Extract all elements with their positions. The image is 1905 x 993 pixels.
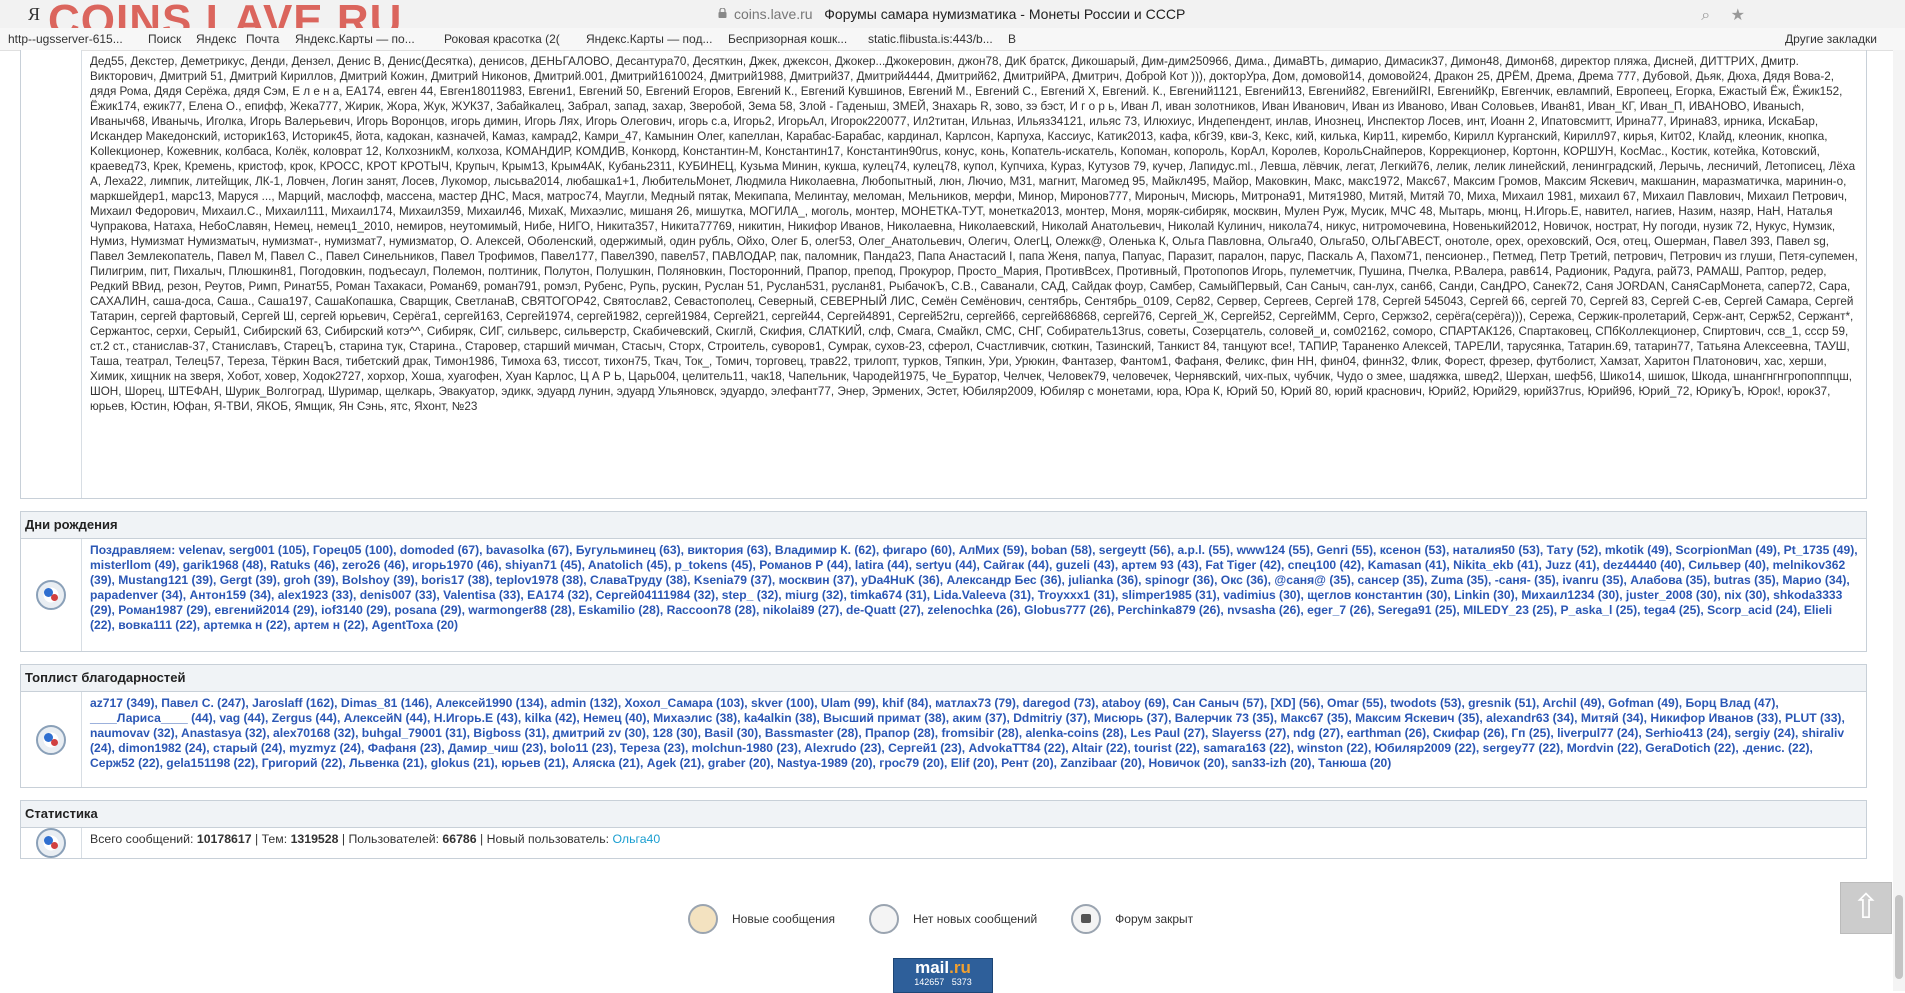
bookmark-item[interactable]: Яндекс.Карты — по... — [295, 32, 415, 46]
legend-label: Новые сообщения — [732, 912, 835, 926]
birthdays-panel: Поздравляем: velenav, serg001 (105), Гор… — [20, 539, 1867, 652]
new-user-label: Новый пользователь: — [486, 832, 610, 846]
arrow-up-icon[interactable]: ⇧ — [1840, 882, 1892, 934]
toplist-panel: az717 (349), Павел С. (247), Jaroslaff (… — [20, 692, 1867, 788]
bookmark-item[interactable]: Яндекс — [196, 32, 236, 46]
browser-titlebar: Я COINS.LAVE.RU coins.lave.ru Форумы сам… — [0, 0, 1905, 45]
no-new-posts-icon — [868, 904, 899, 934]
panel-gutter — [21, 828, 82, 858]
panel-gutter — [21, 539, 82, 651]
birthdays-header: Дни рождения — [20, 511, 1867, 539]
legend-label: Форум закрыт — [1115, 912, 1194, 926]
legend-forum-closed: Форум закрыт — [1071, 904, 1193, 934]
counter-logo-right: .ru — [949, 958, 971, 977]
bookmark-item[interactable]: Поиск — [148, 32, 181, 46]
bookmark-item[interactable]: Яндекс.Карты — под... — [586, 32, 712, 46]
toolbar-icons: ⌕ ★ — [1685, 5, 1745, 25]
statistics-header: Статистика — [20, 800, 1867, 828]
bookmark-item[interactable]: static.flibusta.is:443/b... — [868, 32, 993, 46]
lock-icon — [718, 8, 727, 18]
page-title: Форумы самара нумизматика - Монеты Росси… — [824, 6, 1186, 22]
address-bar[interactable]: coins.lave.ru Форумы самара нумизматика … — [734, 6, 1185, 22]
forum-legend: Новые сообщения Нет новых сообщений Фору… — [688, 904, 1227, 934]
statistics-content: Всего сообщений: 10178617 | Тем: 1319528… — [90, 832, 661, 846]
scrollbar-thumb[interactable] — [1895, 895, 1903, 979]
forum-stats-icon — [36, 580, 66, 610]
counter-visits: 142657 — [914, 977, 945, 987]
toplist-list[interactable]: az717 (349), Павел С. (247), Jaroslaff (… — [82, 692, 1866, 787]
bookmark-item[interactable]: B — [1008, 32, 1016, 46]
total-posts-value: 10178617 — [196, 832, 252, 846]
legend-label: Нет новых сообщений — [912, 912, 1038, 926]
bookmark-item[interactable]: http--ugsserver-615... — [8, 32, 123, 46]
page-scrollbar[interactable] — [1893, 50, 1905, 991]
forum-main: Дед55, Декстер, Деметрикус, Денди, Дензе… — [20, 50, 1867, 859]
topics-value: 1319528 — [290, 832, 339, 846]
toplist-header: Топлист благодарностей — [20, 664, 1867, 692]
bookmark-item[interactable]: Роковая красотка (2( — [444, 32, 560, 46]
forum-stats-icon — [36, 724, 66, 755]
users-label: Пользователей: — [348, 832, 439, 846]
bookmark-item[interactable]: Почта — [246, 32, 279, 46]
other-bookmarks[interactable]: Другие закладки — [1785, 32, 1877, 46]
new-user-link[interactable]: Ольга40 — [612, 832, 660, 846]
new-posts-icon — [688, 904, 718, 934]
birthdays-list[interactable]: Поздравляем: velenav, serg001 (105), Гор… — [82, 539, 1866, 651]
url-domain: coins.lave.ru — [734, 6, 813, 22]
counter-logo-left: mail — [915, 958, 950, 977]
panel-gutter — [21, 50, 82, 498]
statistics-panel: Всего сообщений: 10178617 | Тем: 1319528… — [20, 828, 1867, 859]
legend-no-new-posts: Нет новых сообщений — [868, 904, 1038, 934]
legend-new-posts: Новые сообщения — [688, 904, 835, 934]
forum-closed-icon — [1071, 904, 1102, 934]
users-value: 66786 — [442, 832, 477, 846]
mailru-counter[interactable]: mail.ru 142657 5373 — [893, 958, 993, 993]
bookmark-item[interactable]: Беспризорная кошк... — [728, 32, 847, 46]
total-posts-label: Всего сообщений: — [90, 832, 194, 846]
online-users-panel: Дед55, Декстер, Деметрикус, Денди, Дензе… — [20, 50, 1867, 499]
counter-today: 5373 — [951, 977, 972, 987]
bookmarks-bar: http--ugsserver-615... Поиск Яндекс Почт… — [0, 28, 1905, 51]
star-icon[interactable]: ★ — [1731, 7, 1745, 24]
online-users-list[interactable]: Дед55, Декстер, Деметрикус, Денди, Дензе… — [82, 50, 1866, 498]
search-icon[interactable]: ⌕ — [1701, 7, 1710, 24]
topics-label: Тем: — [261, 832, 288, 846]
forum-stats-icon — [36, 828, 66, 858]
yandex-icon[interactable]: Я — [28, 4, 40, 25]
panel-gutter — [21, 692, 82, 787]
